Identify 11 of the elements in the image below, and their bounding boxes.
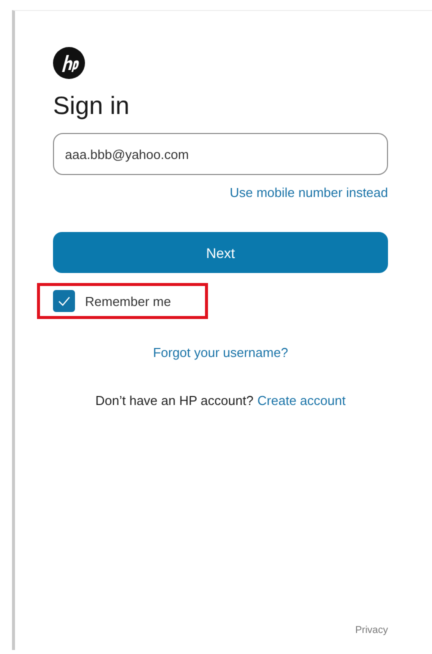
next-button[interactable]: Next — [53, 232, 388, 273]
forgot-username-link[interactable]: Forgot your username? — [152, 345, 288, 360]
remember-checkbox[interactable] — [53, 290, 75, 312]
page-title: Sign in — [53, 91, 130, 121]
mobile-number-link[interactable]: Use mobile number instead — [230, 185, 388, 200]
privacy-link[interactable]: Privacy — [355, 625, 388, 636]
remember-label: Remember me — [85, 294, 171, 308]
create-account-link[interactable]: Create account — [257, 393, 346, 408]
email-field[interactable]: aaa.bbb@yahoo.com — [53, 133, 388, 175]
logo-icon — [53, 47, 85, 79]
signup-prompt: Don’t have an HP account? — [95, 393, 254, 408]
